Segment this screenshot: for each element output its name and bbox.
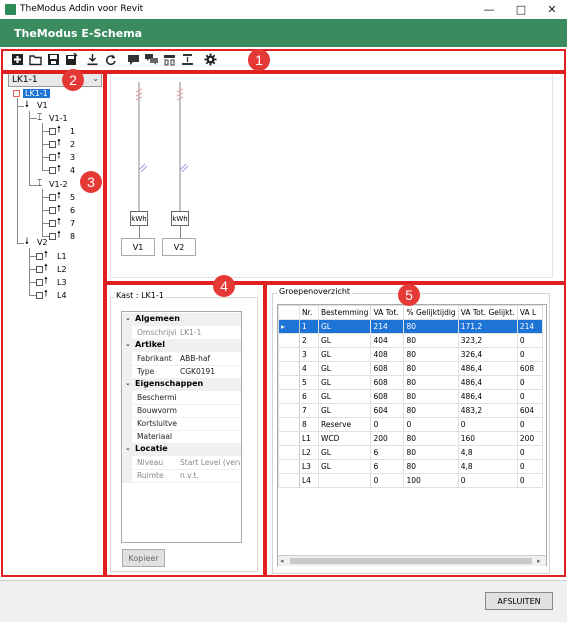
- maximize-button[interactable]: □: [506, 1, 536, 18]
- annotation-box-diagram: [105, 72, 566, 283]
- annotation-box-toolbar: [1, 49, 566, 72]
- annotation-badge: 5: [398, 284, 420, 306]
- annotation-box-kast: [105, 283, 265, 577]
- window-titlebar: TheModus Addin voor Revit — □ ✕: [0, 0, 567, 19]
- annotation-badge: 3: [80, 171, 102, 193]
- annotation-badge: 4: [213, 275, 235, 297]
- footer-bar: [0, 580, 567, 622]
- annotation-badge: 2: [62, 69, 84, 91]
- app-header-title: TheModus E-Schema: [14, 27, 143, 40]
- close-window-button[interactable]: ✕: [537, 1, 567, 18]
- close-button[interactable]: AFSLUITEN: [485, 592, 553, 610]
- window-title: TheModus Addin voor Revit: [20, 4, 144, 14]
- annotation-box-groepen: [265, 283, 566, 577]
- app-header: TheModus E-Schema: [0, 19, 567, 47]
- minimize-button[interactable]: —: [474, 1, 504, 18]
- annotation-badge: 1: [248, 49, 270, 71]
- annotation-box-tree: [1, 72, 105, 577]
- app-logo-icon: [5, 4, 16, 15]
